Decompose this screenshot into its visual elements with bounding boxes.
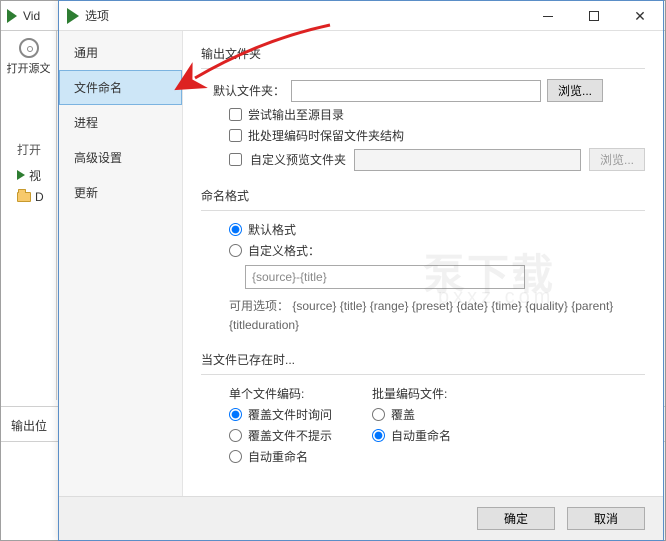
nav-update[interactable]: 更新 bbox=[59, 175, 182, 210]
nav-process[interactable]: 进程 bbox=[59, 105, 182, 140]
separator bbox=[201, 374, 645, 375]
default-folder-input[interactable] bbox=[291, 80, 541, 102]
batch-structure-label: 批处理编码时保留文件夹结构 bbox=[248, 127, 404, 144]
minimize-icon bbox=[543, 16, 553, 17]
options-dialog: 选项 ✕ 通用 文件命名 进程 高级设置 更新 泵下载 pxxz.com 输出文… bbox=[58, 0, 664, 541]
single-overwrite-noask-label: 覆盖文件不提示 bbox=[248, 427, 332, 444]
default-folder-label: 默认文件夹： bbox=[213, 82, 285, 99]
minimize-button[interactable] bbox=[525, 1, 571, 31]
try-source-checkbox[interactable] bbox=[229, 108, 242, 121]
single-overwrite-ask-radio[interactable] bbox=[229, 408, 242, 421]
nav-sidebar: 通用 文件命名 进程 高级设置 更新 bbox=[59, 31, 183, 496]
custom-format-radio[interactable] bbox=[229, 244, 242, 257]
open-source-button[interactable]: 打开源文 bbox=[1, 35, 56, 79]
batch-structure-checkbox[interactable] bbox=[229, 129, 242, 142]
parent-recent-panel: 打开 视 D bbox=[17, 141, 44, 208]
close-icon: ✕ bbox=[634, 9, 646, 23]
section-naming: 命名格式 bbox=[201, 187, 645, 204]
cancel-button[interactable]: 取消 bbox=[567, 507, 645, 530]
custom-format-label: 自定义格式： bbox=[248, 242, 320, 259]
maximize-icon bbox=[589, 11, 599, 21]
recent-dvd-label: D bbox=[35, 190, 44, 204]
dialog-title: 选项 bbox=[85, 7, 109, 24]
recent-dvd-item[interactable]: D bbox=[17, 186, 44, 208]
close-button[interactable]: ✕ bbox=[617, 1, 663, 31]
play-icon bbox=[17, 170, 25, 180]
content-panel: 泵下载 pxxz.com 输出文件夹 默认文件夹： 浏览... 尝试输出至源目录… bbox=[183, 31, 663, 496]
section-output-folder: 输出文件夹 bbox=[201, 45, 645, 62]
recent-video-item[interactable]: 视 bbox=[17, 164, 44, 186]
batch-overwrite-radio[interactable] bbox=[372, 408, 385, 421]
dialog-icon bbox=[67, 8, 79, 24]
nav-general[interactable]: 通用 bbox=[59, 35, 182, 70]
maximize-button[interactable] bbox=[571, 1, 617, 31]
preview-folder-input[interactable] bbox=[354, 149, 581, 171]
default-folder-row: 默认文件夹： 浏览... bbox=[213, 79, 645, 102]
nav-advanced[interactable]: 高级设置 bbox=[59, 140, 182, 175]
custom-preview-checkbox[interactable] bbox=[229, 153, 242, 166]
browse-preview-button[interactable]: 浏览... bbox=[589, 148, 645, 171]
single-overwrite-noask-radio[interactable] bbox=[229, 429, 242, 442]
single-header: 单个文件编码: bbox=[229, 385, 332, 402]
batch-autorename-radio[interactable] bbox=[372, 429, 385, 442]
section-file-exists: 当文件已存在时... bbox=[201, 351, 645, 368]
batch-overwrite-label: 覆盖 bbox=[391, 406, 415, 423]
file-exists-columns: 单个文件编码: 覆盖文件时询问 覆盖文件不提示 自动重命名 批量编码文件: 覆盖… bbox=[229, 385, 645, 469]
separator bbox=[201, 68, 645, 69]
browse-default-button[interactable]: 浏览... bbox=[547, 79, 603, 102]
parent-title: Vid bbox=[23, 9, 40, 23]
app-icon bbox=[7, 9, 17, 23]
recent-header: 打开 bbox=[17, 141, 44, 158]
ok-button[interactable]: 确定 bbox=[477, 507, 555, 530]
single-overwrite-ask-label: 覆盖文件时询问 bbox=[248, 406, 332, 423]
default-format-radio[interactable] bbox=[229, 223, 242, 236]
batch-file-column: 批量编码文件: 覆盖 自动重命名 bbox=[372, 385, 451, 469]
parent-output-label: 输出位 bbox=[11, 417, 47, 434]
custom-preview-label: 自定义预览文件夹 bbox=[250, 151, 346, 168]
folder-icon bbox=[17, 192, 31, 202]
batch-header: 批量编码文件: bbox=[372, 385, 451, 402]
try-source-label: 尝试输出至源目录 bbox=[248, 106, 344, 123]
single-autorename-radio[interactable] bbox=[229, 450, 242, 463]
separator bbox=[201, 210, 645, 211]
open-source-label: 打开源文 bbox=[7, 60, 51, 76]
parent-sidebar: 打开源文 bbox=[1, 31, 57, 400]
available-tokens: 可用选项： {source} {title} {range} {preset} … bbox=[229, 297, 645, 335]
single-file-column: 单个文件编码: 覆盖文件时询问 覆盖文件不提示 自动重命名 bbox=[229, 385, 332, 469]
format-pattern-input[interactable]: {source}-{title} bbox=[245, 265, 525, 289]
dialog-footer: 确定 取消 bbox=[59, 496, 663, 540]
recent-video-label: 视 bbox=[29, 167, 41, 184]
disc-icon bbox=[19, 38, 39, 58]
default-format-label: 默认格式 bbox=[248, 221, 296, 238]
batch-autorename-label: 自动重命名 bbox=[391, 427, 451, 444]
nav-file-naming[interactable]: 文件命名 bbox=[59, 70, 182, 105]
single-autorename-label: 自动重命名 bbox=[248, 448, 308, 465]
dialog-titlebar: 选项 ✕ bbox=[59, 1, 663, 31]
